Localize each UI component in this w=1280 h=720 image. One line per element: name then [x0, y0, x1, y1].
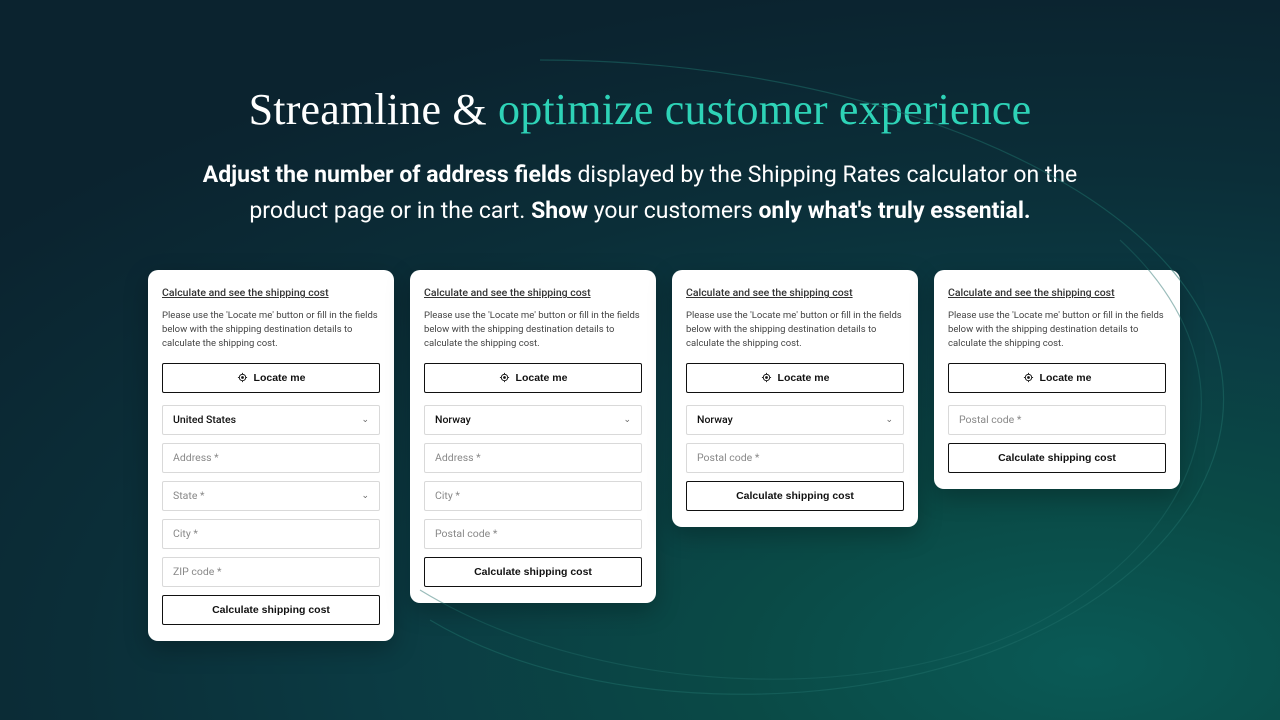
- locate-me-button[interactable]: Locate me: [424, 363, 642, 393]
- crosshair-icon: [499, 372, 510, 383]
- card-title: Calculate and see the shipping cost: [948, 286, 1166, 299]
- hero-title-prefix: Streamline &: [249, 85, 498, 134]
- card-title: Calculate and see the shipping cost: [162, 286, 380, 299]
- card-description: Please use the 'Locate me' button or fil…: [162, 309, 380, 350]
- calculator-card: Calculate and see the shipping cost Pleas…: [672, 270, 918, 526]
- cards-row: Calculate and see the shipping cost Pleas…: [0, 228, 1280, 640]
- calculate-button[interactable]: Calculate shipping cost: [424, 557, 642, 587]
- card-description: Please use the 'Locate me' button or fil…: [948, 309, 1166, 350]
- address-input[interactable]: Address *: [424, 443, 642, 473]
- crosshair-icon: [1023, 372, 1034, 383]
- chevron-down-icon: ⌄: [623, 415, 631, 425]
- hero-section: Streamline & optimize customer experienc…: [0, 0, 1280, 228]
- hero-subtitle-text-2: product page or in the cart.: [249, 197, 531, 224]
- hero-title: Streamline & optimize customer experienc…: [80, 84, 1200, 135]
- card-title: Calculate and see the shipping cost: [686, 286, 904, 299]
- card-description: Please use the 'Locate me' button or fil…: [686, 309, 904, 350]
- calculate-button[interactable]: Calculate shipping cost: [948, 443, 1166, 473]
- card-description: Please use the 'Locate me' button or fil…: [424, 309, 642, 350]
- hero-subtitle: Adjust the number of address fields disp…: [85, 157, 1195, 228]
- hero-subtitle-text-3: your customers: [588, 197, 758, 224]
- postal-code-input[interactable]: Postal code *: [424, 519, 642, 549]
- hero-subtitle-bold-1: Adjust the number of address fields: [203, 161, 572, 188]
- hero-subtitle-bold-2: Show: [531, 197, 588, 224]
- city-input[interactable]: City *: [162, 519, 380, 549]
- card-title: Calculate and see the shipping cost: [424, 286, 642, 299]
- select-placeholder: State *: [173, 489, 205, 502]
- state-select[interactable]: State * ⌄: [162, 481, 380, 511]
- hero-title-accent: optimize customer experience: [498, 85, 1031, 134]
- locate-me-label: Locate me: [1040, 372, 1092, 384]
- chevron-down-icon: ⌄: [885, 415, 893, 425]
- locate-me-button[interactable]: Locate me: [162, 363, 380, 393]
- calculator-card: Calculate and see the shipping cost Pleas…: [148, 270, 394, 640]
- chevron-down-icon: ⌄: [361, 491, 369, 501]
- crosshair-icon: [761, 372, 772, 383]
- zip-input[interactable]: ZIP code *: [162, 557, 380, 587]
- calculate-button[interactable]: Calculate shipping cost: [686, 481, 904, 511]
- locate-me-button[interactable]: Locate me: [948, 363, 1166, 393]
- locate-me-label: Locate me: [254, 372, 306, 384]
- locate-me-button[interactable]: Locate me: [686, 363, 904, 393]
- locate-me-label: Locate me: [778, 372, 830, 384]
- country-select[interactable]: United States ⌄: [162, 405, 380, 435]
- select-value: United States: [173, 413, 236, 426]
- select-value: Norway: [435, 413, 471, 426]
- calculator-card: Calculate and see the shipping cost Pleas…: [934, 270, 1180, 488]
- locate-me-label: Locate me: [516, 372, 568, 384]
- city-input[interactable]: City *: [424, 481, 642, 511]
- crosshair-icon: [237, 372, 248, 383]
- address-input[interactable]: Address *: [162, 443, 380, 473]
- postal-code-input[interactable]: Postal code *: [948, 405, 1166, 435]
- calculator-card: Calculate and see the shipping cost Pleas…: [410, 270, 656, 602]
- hero-subtitle-bold-3: only what's truly essential.: [758, 197, 1030, 224]
- country-select[interactable]: Norway ⌄: [686, 405, 904, 435]
- postal-code-input[interactable]: Postal code *: [686, 443, 904, 473]
- select-value: Norway: [697, 413, 733, 426]
- country-select[interactable]: Norway ⌄: [424, 405, 642, 435]
- calculate-button[interactable]: Calculate shipping cost: [162, 595, 380, 625]
- hero-subtitle-text-1: displayed by the Shipping Rates calculat…: [572, 161, 1078, 188]
- chevron-down-icon: ⌄: [361, 415, 369, 425]
